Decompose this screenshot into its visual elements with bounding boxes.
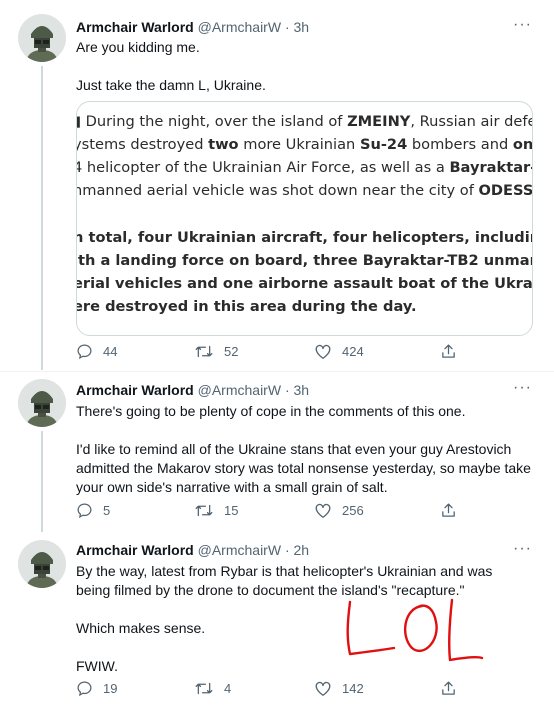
tweet-line: There's going to be plenty of cope in th… bbox=[76, 403, 466, 419]
image-text-line: ystems destroyed two more Ukrainian Su-2… bbox=[76, 136, 533, 153]
action-bar: 44 52 424 bbox=[76, 343, 536, 363]
image-text-line: erial vehicles and one airborne assault … bbox=[76, 275, 533, 292]
tweet-header: Armchair Warlord @ArmchairW · 2h bbox=[76, 542, 309, 558]
tweet-line: Are you kidding me. bbox=[76, 39, 200, 55]
author-name[interactable]: Armchair Warlord bbox=[76, 19, 194, 35]
image-text-line: 4 helicopter of the Ukrainian Air Force,… bbox=[76, 159, 532, 176]
share-icon bbox=[442, 503, 455, 517]
embedded-image[interactable]: ▮ During the night, over the island of Z… bbox=[76, 101, 533, 336]
retweet-count: 15 bbox=[224, 503, 239, 518]
avatar[interactable] bbox=[18, 14, 66, 62]
reply-button[interactable]: 44 bbox=[76, 343, 117, 360]
reply-count: 44 bbox=[103, 344, 118, 359]
timestamp[interactable]: 3h bbox=[294, 382, 310, 398]
tweet-line: Just take the damn L, Ukraine. bbox=[76, 77, 266, 93]
retweet-count: 4 bbox=[224, 681, 232, 696]
reply-button[interactable]: 5 bbox=[76, 502, 110, 519]
tweet-2[interactable]: Armchair Warlord @ArmchairW · 3h ··· The… bbox=[0, 372, 554, 532]
share-button[interactable] bbox=[440, 343, 457, 360]
action-bar: 5 15 256 bbox=[76, 502, 536, 522]
retweet-count: 52 bbox=[224, 344, 239, 359]
heart-icon bbox=[315, 503, 331, 518]
author-handle[interactable]: @ArmchairW bbox=[198, 382, 281, 398]
tweet-text: There's going to be plenty of cope in th… bbox=[76, 402, 538, 516]
thread-line bbox=[41, 66, 43, 370]
tweet-line: By the way, latest from Rybar is that he… bbox=[76, 563, 493, 598]
share-icon bbox=[442, 344, 455, 358]
retweet-button[interactable]: 52 bbox=[194, 343, 238, 360]
share-button[interactable] bbox=[440, 502, 457, 519]
reply-button[interactable]: 19 bbox=[76, 680, 117, 697]
handwritten-lol-annotation bbox=[346, 598, 484, 662]
like-button[interactable]: 424 bbox=[314, 343, 364, 360]
avatar[interactable] bbox=[18, 379, 66, 427]
tweet-1[interactable]: Armchair Warlord @ArmchairW · 3h ··· Are… bbox=[0, 0, 554, 370]
reply-count: 5 bbox=[103, 503, 111, 518]
more-options-icon[interactable]: ··· bbox=[513, 540, 532, 558]
retweet-icon bbox=[195, 345, 213, 358]
tweet-line: I'd like to remind all of the Ukraine st… bbox=[76, 441, 531, 495]
like-button[interactable]: 142 bbox=[314, 680, 364, 697]
author-handle[interactable]: @ArmchairW bbox=[198, 19, 281, 35]
timestamp[interactable]: 3h bbox=[294, 19, 310, 35]
separator-dot: · bbox=[281, 19, 294, 35]
like-count: 256 bbox=[342, 503, 364, 518]
author-handle[interactable]: @ArmchairW bbox=[198, 542, 281, 558]
avatar[interactable] bbox=[18, 540, 66, 588]
retweet-button[interactable]: 15 bbox=[194, 502, 238, 519]
heart-icon bbox=[315, 344, 331, 359]
like-count: 424 bbox=[342, 344, 364, 359]
more-options-icon[interactable]: ··· bbox=[513, 16, 532, 34]
retweet-icon bbox=[195, 504, 213, 517]
thread-line bbox=[41, 431, 43, 532]
separator-dot: · bbox=[281, 382, 294, 398]
author-name[interactable]: Armchair Warlord bbox=[76, 542, 194, 558]
image-text-line: n total, four Ukrainian aircraft, four h… bbox=[77, 229, 532, 246]
share-button[interactable] bbox=[440, 680, 457, 697]
timestamp[interactable]: 2h bbox=[294, 542, 310, 558]
share-icon bbox=[442, 681, 455, 695]
like-button[interactable]: 256 bbox=[314, 502, 364, 519]
action-bar: 19 4 142 bbox=[76, 680, 536, 700]
retweet-button[interactable]: 4 bbox=[194, 680, 231, 697]
retweet-icon bbox=[195, 682, 213, 695]
tweet-header: Armchair Warlord @ArmchairW · 3h bbox=[76, 19, 309, 35]
heart-icon bbox=[315, 681, 331, 696]
like-count: 142 bbox=[342, 681, 364, 696]
tweet-header: Armchair Warlord @ArmchairW · 3h bbox=[76, 382, 309, 398]
reply-count: 19 bbox=[103, 681, 118, 696]
image-text-line: ▮ During the night, over the island of Z… bbox=[76, 113, 532, 130]
image-text-line: ith a landing force on board, three Bayr… bbox=[76, 252, 533, 269]
author-name[interactable]: Armchair Warlord bbox=[76, 382, 194, 398]
reply-icon bbox=[77, 344, 92, 360]
separator-dot: · bbox=[281, 542, 294, 558]
reply-icon bbox=[77, 503, 92, 519]
image-text-line: nmanned aerial vehicle was shot down nea… bbox=[76, 182, 533, 199]
more-options-icon[interactable]: ··· bbox=[513, 379, 532, 397]
image-text-line: ere destroyed in this area during the da… bbox=[76, 298, 417, 315]
reply-icon bbox=[77, 681, 92, 697]
